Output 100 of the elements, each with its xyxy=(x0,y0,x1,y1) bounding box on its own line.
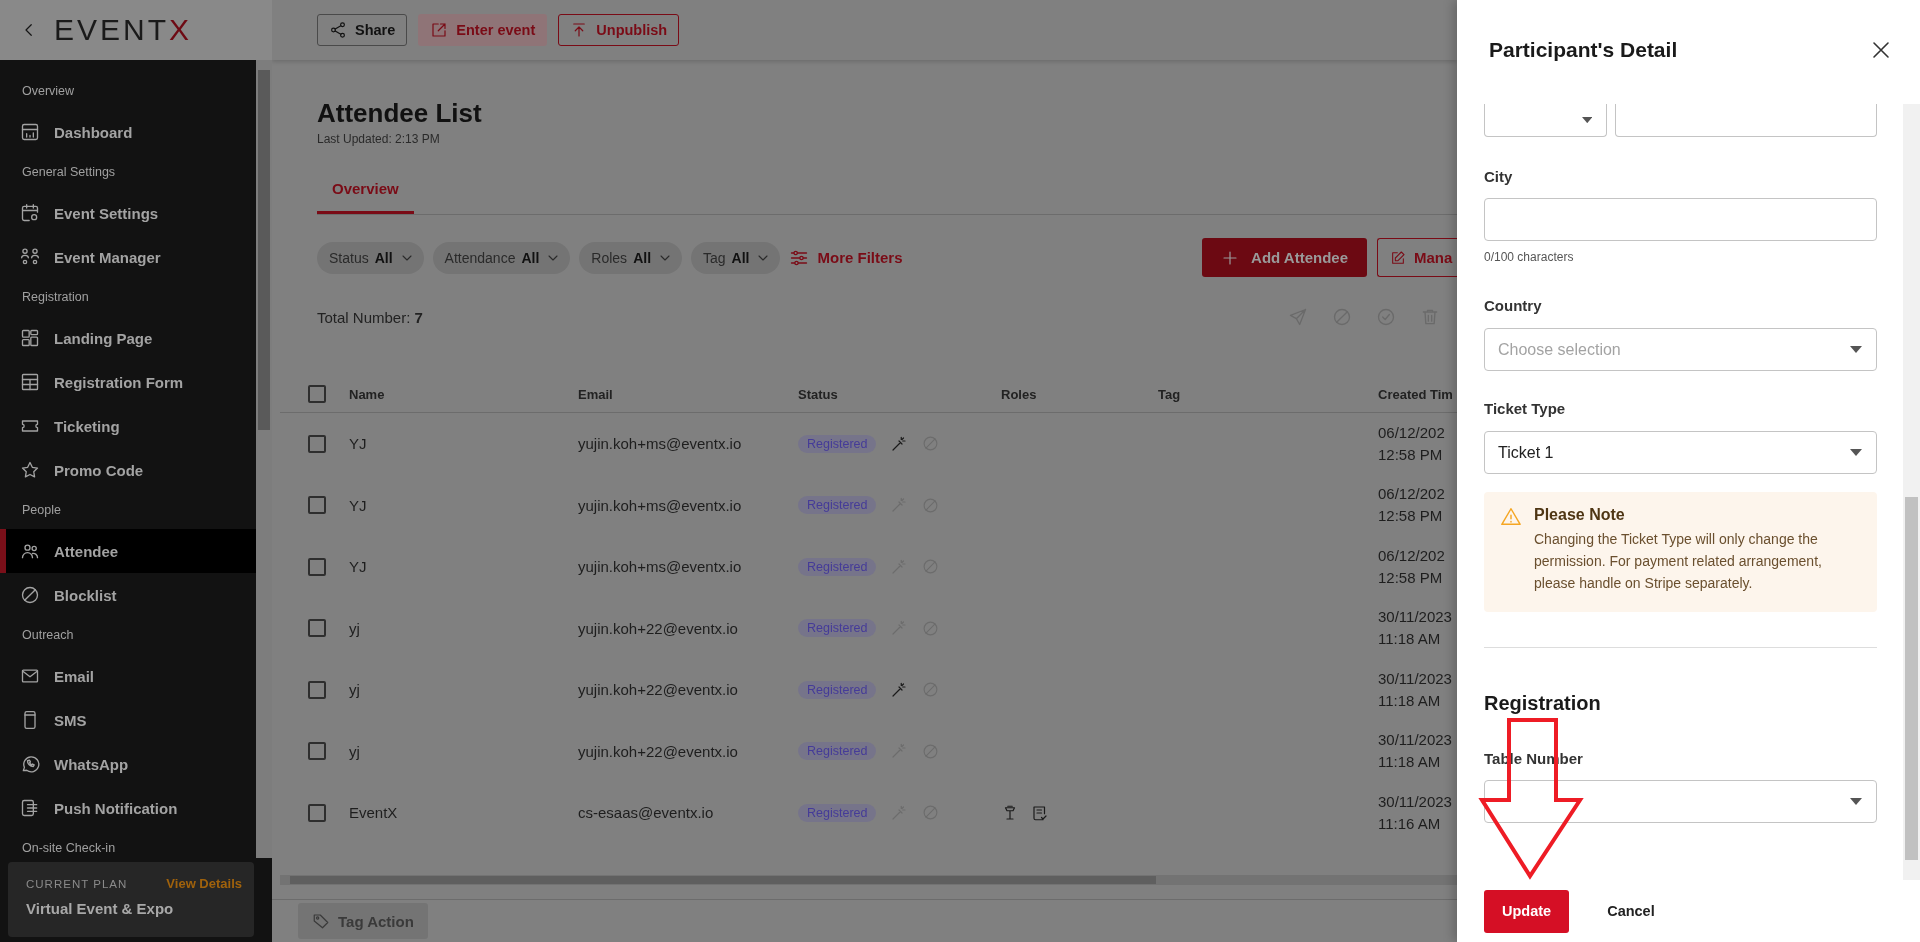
select-field[interactable] xyxy=(1484,780,1877,823)
name-cell-text: EventX xyxy=(349,804,399,822)
field-label: City xyxy=(1484,167,1514,187)
nav-item[interactable]: Landing Page xyxy=(0,316,256,360)
dropdown-field[interactable] xyxy=(1484,104,1607,137)
caret-icon xyxy=(1850,449,1862,456)
column-header: Status xyxy=(798,386,839,402)
nav-item[interactable]: Promo Code xyxy=(0,448,256,492)
nav-item[interactable]: Event Settings xyxy=(0,191,256,235)
plan-name: Virtual Event & Expo xyxy=(26,900,175,917)
external-link-icon xyxy=(430,21,449,39)
note-title: Please Note xyxy=(1534,505,1626,525)
block-icon xyxy=(20,585,40,605)
email-cell-text: yujin.koh+22@eventx.io xyxy=(578,619,739,637)
checkbox[interactable] xyxy=(308,385,326,403)
scrollbar[interactable] xyxy=(1903,104,1920,880)
nav-item[interactable]: SMS xyxy=(0,698,256,742)
filter-dropdown[interactable]: Status All xyxy=(317,241,424,274)
nav-item[interactable]: Blocklist xyxy=(0,573,256,617)
caret-icon xyxy=(1850,346,1862,353)
created-time: 11:18 AM xyxy=(1378,629,1442,650)
column-header: Tag xyxy=(1158,386,1182,402)
caret-icon xyxy=(1850,798,1862,805)
field-label: Country xyxy=(1484,296,1543,316)
form-check-icon xyxy=(1031,803,1049,822)
edit-icon xyxy=(1390,249,1406,266)
email-cell-text: yujin.koh+ms@eventx.io xyxy=(578,558,743,576)
name-cell-text: yj xyxy=(349,742,361,760)
created-date: 06/12/202 xyxy=(1378,484,1446,505)
list-icon xyxy=(20,798,40,818)
name-cell-text: YJ xyxy=(349,435,368,453)
email-cell-text: yujin.koh+ms@eventx.io xyxy=(578,435,743,453)
nav-item[interactable]: WhatsApp xyxy=(0,742,256,786)
created-time: 11:18 AM xyxy=(1378,752,1442,773)
caret-icon xyxy=(1581,116,1592,124)
checkbox[interactable] xyxy=(308,496,326,515)
nav-item[interactable]: Email xyxy=(0,654,256,698)
section-label: General Settings xyxy=(21,164,117,181)
section-label: Outreach xyxy=(21,627,75,644)
nav-item[interactable]: Ticketing xyxy=(0,404,256,448)
section-label: Registration xyxy=(21,289,90,306)
section-label: Overview xyxy=(21,83,76,100)
filter-dropdown[interactable]: Tag All xyxy=(691,241,781,274)
nav-item[interactable]: Registration Form xyxy=(0,360,256,404)
field-label: Ticket Type xyxy=(1484,399,1567,419)
share-icon xyxy=(329,21,347,39)
toolbar-button[interactable]: Share xyxy=(317,14,408,46)
created-date: 06/12/202 xyxy=(1378,422,1446,443)
chat-icon xyxy=(20,754,40,774)
checkbox[interactable] xyxy=(308,619,326,638)
nav-item[interactable]: Event Manager xyxy=(0,235,256,279)
status-badge: Registered xyxy=(798,619,877,638)
filter-dropdown[interactable]: Attendance All xyxy=(432,241,571,274)
plan-caption: CURRENT PLAN xyxy=(26,877,128,890)
column-header: Created Tim xyxy=(1378,386,1454,402)
input-field[interactable] xyxy=(1484,198,1877,241)
created-date: 30/11/2023 xyxy=(1378,730,1453,751)
status-badge: Registered xyxy=(798,557,877,576)
status-badge: Registered xyxy=(798,803,877,822)
add-attendee-button[interactable]: Add Attendee xyxy=(1202,238,1367,277)
character-count: 0/100 characters xyxy=(1484,249,1575,265)
input-field[interactable] xyxy=(1615,104,1877,137)
section-label: On-site Check-in xyxy=(21,840,117,857)
checkbox[interactable] xyxy=(308,434,326,453)
checkbox[interactable] xyxy=(308,680,326,699)
page-title: Attendee List xyxy=(317,97,483,129)
created-date: 06/12/202 xyxy=(1378,545,1446,566)
update-button[interactable]: Update xyxy=(1484,889,1570,933)
column-header: Name xyxy=(349,386,386,402)
name-cell-text: YJ xyxy=(349,496,368,514)
checkbox[interactable] xyxy=(308,557,326,576)
layout-icon xyxy=(20,328,40,348)
cancel-button[interactable]: Cancel xyxy=(1589,889,1673,933)
scrollbar[interactable] xyxy=(256,60,272,858)
nav-item[interactable]: Dashboard xyxy=(0,110,256,154)
created-time: 12:58 PM xyxy=(1378,567,1444,588)
status-badge: Registered xyxy=(798,680,877,699)
select-field[interactable]: Ticket 1 xyxy=(1484,431,1877,474)
drawer-title: Participant's Detail xyxy=(1489,38,1678,62)
nav-item[interactable]: Attendee xyxy=(0,529,256,573)
status-badge: Registered xyxy=(798,434,877,453)
checkbox[interactable] xyxy=(308,742,326,761)
created-date: 30/11/2023 xyxy=(1378,791,1453,812)
created-time: 12:58 PM xyxy=(1378,444,1444,465)
total-number: Total Number: 7 xyxy=(317,308,423,326)
nav-item[interactable]: Push Notification xyxy=(0,786,256,830)
status-badge: Registered xyxy=(798,742,877,761)
checkbox[interactable] xyxy=(308,803,326,822)
note-text: Changing the Ticket Type will only change the permission. For payment related arrangement, please handle on Stripe separately. xyxy=(1534,530,1823,593)
scrollbar[interactable] xyxy=(280,875,1457,885)
column-header: Email xyxy=(578,386,614,402)
filter-dropdown[interactable]: Roles All xyxy=(579,241,682,274)
calendar-gear-icon xyxy=(20,203,40,223)
email-cell-text: yujin.koh+ms@eventx.io xyxy=(578,496,743,514)
created-time: 11:16 AM xyxy=(1378,813,1442,834)
last-updated: Last Updated: 2:13 PM xyxy=(317,131,441,147)
status-badge: Registered xyxy=(798,496,877,515)
name-cell-text: yj xyxy=(349,619,361,637)
logo: EVENTX xyxy=(54,13,193,47)
tag-icon xyxy=(312,912,330,930)
